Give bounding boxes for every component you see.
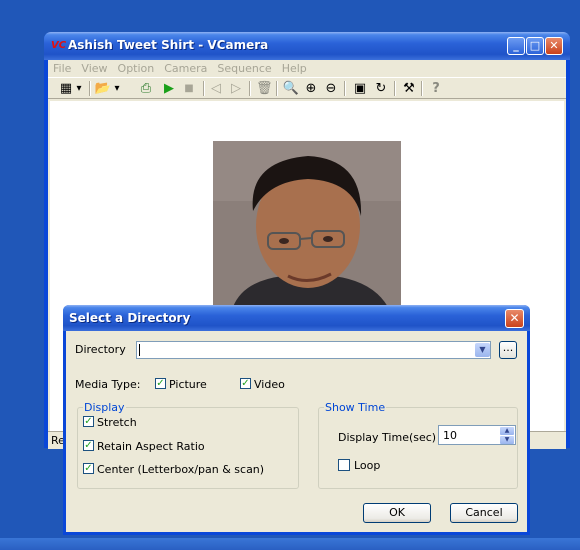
toolbar-separator [394,81,396,96]
taskbar-edge [0,538,580,550]
previous-icon[interactable]: ◁ [208,80,224,97]
toolbar: ▦ ▾ 📂 ▾ ⎙ ▶ ■ ◁ ▷ 🗑 🔍 ⊕ ⊖ ▣ ↻ ⚒ ? [48,77,566,99]
show-time-group-title: Show Time [324,401,387,414]
chevron-down-icon[interactable]: ▼ [475,343,490,357]
picture-label: Picture [169,378,207,391]
title-bar[interactable]: VC Ashish Tweet Shirt - VCamera _ □ ✕ [44,32,570,60]
loop-label: Loop [354,459,381,472]
toolbar-separator [421,81,423,96]
minimize-button[interactable]: _ [507,37,525,55]
zoom-out-icon[interactable]: ⊖ [322,80,340,97]
stretch-checkbox[interactable]: ✓ [83,416,94,427]
display-time-value: 10 [443,429,457,442]
menu-sequence[interactable]: Sequence [212,60,276,77]
export-icon[interactable]: ⎙ [137,80,155,97]
open-folder-icon[interactable]: 📂 [94,80,112,97]
toolbar-separator [276,81,278,96]
picture-checkbox[interactable]: ✓ [155,378,166,389]
show-time-group: Show Time [318,401,518,489]
text-caret [139,344,140,356]
menu-file[interactable]: File [48,60,76,77]
center-checkbox[interactable]: ✓ [83,463,94,474]
spin-down-icon[interactable]: ▼ [500,436,514,444]
loop-checkbox[interactable] [338,459,350,471]
dialog-close-button[interactable]: ✕ [505,309,524,328]
settings-tools-icon[interactable]: ⚒ [400,80,418,97]
display-group-title: Display [83,401,126,414]
menu-bar: File View Option Camera Sequence Help [48,60,566,77]
dialog-body: Directory ▼ ... Media Type: ✓ Picture ✓ … [66,331,527,532]
retain-aspect-ratio-label: Retain Aspect Ratio [97,440,205,453]
window-title: Ashish Tweet Shirt - VCamera [68,38,269,52]
maximize-button[interactable]: □ [526,37,544,55]
spin-up-icon[interactable]: ▲ [500,427,514,435]
menu-camera[interactable]: Camera [159,60,212,77]
displayed-photo [213,141,401,307]
directory-combobox[interactable]: ▼ [136,341,491,359]
media-type-label: Media Type: [75,378,141,391]
delete-icon[interactable]: 🗑 [256,80,273,97]
close-button[interactable]: ✕ [545,37,563,55]
play-icon[interactable]: ▶ [161,80,177,97]
menu-option[interactable]: Option [113,60,160,77]
portrait-image [213,141,401,307]
help-icon[interactable]: ? [428,80,444,97]
app-logo-icon: VC [51,40,67,51]
toolbar-separator [249,81,251,96]
stop-icon[interactable]: ■ [181,80,197,97]
next-icon[interactable]: ▷ [228,80,244,97]
fullscreen-icon[interactable]: ▣ [351,80,369,97]
toolbar-separator [89,81,91,96]
video-checkbox[interactable]: ✓ [240,378,251,389]
cancel-button[interactable]: Cancel [450,503,518,523]
ok-button[interactable]: OK [363,503,431,523]
dialog-title-bar[interactable]: Select a Directory ✕ [63,305,530,331]
directory-label: Directory [75,343,126,356]
film-icon[interactable]: ▦ [58,80,74,97]
dropdown-arrow-icon[interactable]: ▾ [74,80,84,97]
dialog-title: Select a Directory [69,311,191,325]
video-label: Video [254,378,285,391]
display-time-spinner[interactable]: 10 ▲ ▼ [438,425,516,445]
stretch-label: Stretch [97,416,137,429]
menu-help[interactable]: Help [277,60,312,77]
toolbar-separator [344,81,346,96]
select-directory-dialog: Select a Directory ✕ Directory ▼ ... Med… [63,305,530,535]
toolbar-separator [203,81,205,96]
browse-button[interactable]: ... [499,341,517,359]
display-time-label: Display Time(sec) [338,431,437,444]
retain-aspect-ratio-checkbox[interactable]: ✓ [83,440,94,451]
rotate-icon[interactable]: ↻ [372,80,390,97]
center-label: Center (Letterbox/pan & scan) [97,463,265,476]
dropdown-arrow-icon[interactable]: ▾ [112,80,122,97]
zoom-fit-icon[interactable]: 🔍 [282,80,300,97]
menu-view[interactable]: View [76,60,112,77]
zoom-in-icon[interactable]: ⊕ [302,80,320,97]
